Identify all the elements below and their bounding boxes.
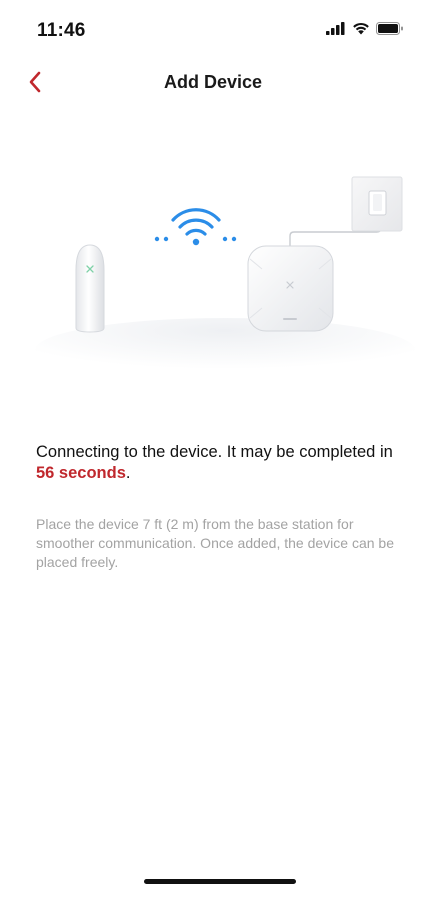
placement-hint: Place the device 7 ft (2 m) from the bas… <box>36 516 394 570</box>
connection-illustration <box>0 150 426 390</box>
door-sensor <box>75 244 105 333</box>
page-title: Add Device <box>163 72 263 92</box>
home-indicator[interactable] <box>144 879 296 884</box>
countdown-timer: 56 seconds <box>36 464 126 482</box>
wifi-signal-icon <box>154 208 237 246</box>
connection-illustration-graphic <box>35 176 415 382</box>
battery-icon <box>376 22 403 35</box>
message-prefix: Connecting to the device. It may be comp… <box>36 443 393 461</box>
status-bar: 11:46 <box>0 0 426 60</box>
cellular-signal-icon <box>326 22 345 35</box>
power-adapter <box>351 176 403 232</box>
base-station <box>247 245 334 332</box>
status-icons <box>326 22 404 35</box>
status-time: 11:46 <box>37 20 86 41</box>
nav-bar: Add Device <box>0 60 426 106</box>
wifi-icon <box>353 22 369 35</box>
message-suffix: . <box>125 464 131 482</box>
connection-message: Connecting to the device. It may be comp… <box>36 442 406 484</box>
